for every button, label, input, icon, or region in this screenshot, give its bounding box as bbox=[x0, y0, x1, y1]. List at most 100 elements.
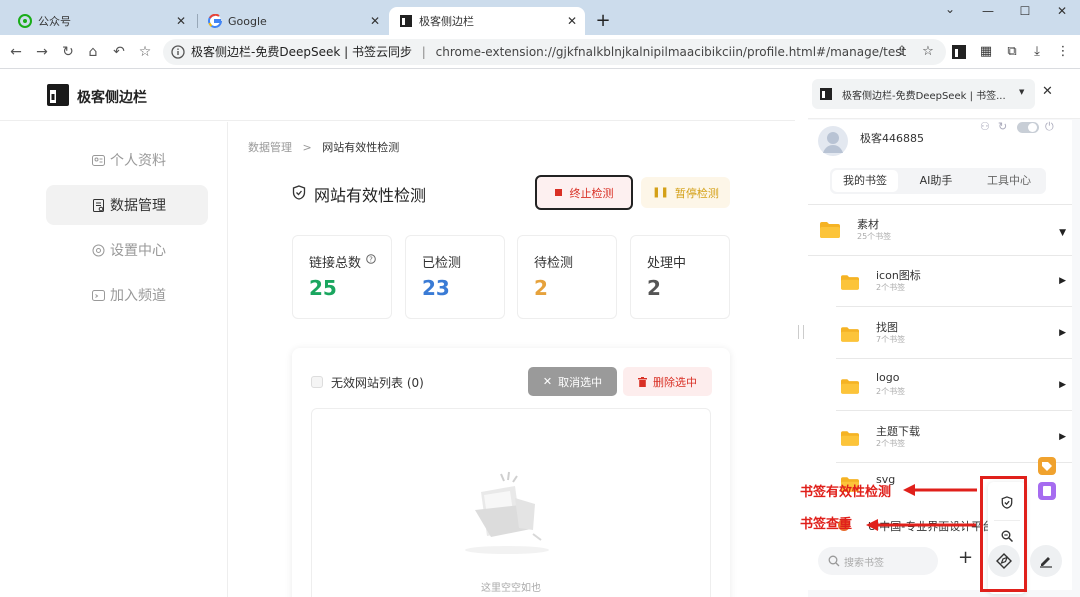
geek-sidebar-icon bbox=[820, 88, 832, 100]
sidebar-item-profile[interactable]: 个人资料 bbox=[46, 140, 208, 180]
folder-item[interactable]: icon图标 2个书签 ▶ bbox=[808, 259, 1070, 309]
stat-card-checked: 已检测 23 bbox=[405, 235, 505, 319]
add-bookmark-button[interactable]: + bbox=[958, 547, 973, 568]
tab-ai-assistant[interactable]: AI助手 bbox=[903, 170, 969, 192]
home-icon[interactable]: ⌂ bbox=[84, 43, 102, 61]
avatar[interactable] bbox=[818, 126, 848, 156]
panel-source-select[interactable]: 极客侧边栏-免费DeepSeek | 书签... ▼ bbox=[812, 79, 1035, 109]
annotation-arrow-validity bbox=[903, 484, 977, 496]
annotation-validity-label: 书签有效性检测 bbox=[800, 485, 892, 500]
pause-check-button[interactable]: ❚❚ 暂停检测 bbox=[641, 177, 730, 208]
star-icon[interactable]: ☆ bbox=[920, 44, 936, 60]
note-shortcut-icon[interactable] bbox=[1038, 482, 1056, 500]
folder-root[interactable]: 素材 25个书签 ▼ bbox=[808, 208, 1070, 258]
breadcrumb-separator: > bbox=[302, 141, 312, 154]
url-separator: | bbox=[421, 45, 426, 59]
breadcrumb-current: 网站有效性检测 bbox=[322, 141, 400, 154]
reload-icon[interactable]: ↻ bbox=[59, 43, 77, 61]
sync-icon[interactable]: ↻ bbox=[998, 120, 1007, 133]
cancel-selection-button[interactable]: ✕ 取消选中 bbox=[528, 367, 617, 396]
panel-source-title: 极客侧边栏-免费DeepSeek | 书签... bbox=[842, 91, 1006, 102]
geek-sidebar-icon bbox=[400, 15, 412, 27]
app-header: 极客侧边栏 bbox=[0, 69, 795, 121]
data-icon bbox=[93, 199, 104, 212]
dropdown-arrow-icon: ▼ bbox=[1019, 88, 1025, 96]
stat-card-processing: 处理中 2 bbox=[630, 235, 730, 319]
folder-count: 2个书签 bbox=[876, 387, 906, 396]
folder-icon bbox=[841, 275, 859, 290]
folder-count: 25个书签 bbox=[857, 232, 892, 241]
folder-icon bbox=[820, 222, 840, 238]
delete-selection-button[interactable]: 删除选中 bbox=[623, 367, 712, 396]
bookmark-star-icon[interactable]: ☆ bbox=[136, 43, 154, 61]
chevron-right-icon: ▶ bbox=[1059, 328, 1066, 338]
minimize-icon[interactable]: — bbox=[978, 4, 998, 18]
tab-geek-sidebar[interactable]: 极客侧边栏 ✕ bbox=[389, 7, 585, 35]
close-icon: ✕ bbox=[542, 375, 553, 388]
edit-button[interactable] bbox=[1030, 545, 1062, 577]
theme-toggle[interactable] bbox=[1017, 122, 1039, 133]
close-tab-icon[interactable]: ✕ bbox=[370, 14, 380, 28]
search-icon bbox=[828, 555, 840, 567]
panel-tabs: 我的书签 AI助手 工具中心 bbox=[830, 168, 1046, 194]
invalid-list-card: 无效网站列表 (0) ✕ 取消选中 删除选中 这里空空如也 bbox=[292, 348, 730, 597]
tab-title: 公众号 bbox=[38, 15, 71, 28]
tag-shortcut-icon[interactable] bbox=[1038, 457, 1056, 475]
main-content: 数据管理 > 网站有效性检测 网站有效性检测 终止检测 ❚❚ 暂停检测 链接总数… bbox=[228, 122, 795, 597]
breadcrumb-parent[interactable]: 数据管理 bbox=[248, 141, 292, 154]
geek-extension-icon[interactable] bbox=[951, 44, 967, 60]
select-all-checkbox[interactable] bbox=[311, 376, 323, 388]
folder-item[interactable]: logo 2个书签 ▶ bbox=[808, 363, 1070, 413]
sidebar-item-settings[interactable]: 设置中心 bbox=[46, 230, 208, 270]
compass-icon bbox=[996, 553, 1012, 569]
site-info-icon[interactable] bbox=[171, 45, 185, 59]
folder-item[interactable]: 找图 7个书签 ▶ bbox=[808, 311, 1070, 361]
chevron-right-icon: ▶ bbox=[1059, 380, 1066, 390]
more-menu-icon[interactable]: ⋮ bbox=[1055, 44, 1071, 60]
close-panel-icon[interactable]: ✕ bbox=[1042, 84, 1053, 99]
sidebar-item-label: 加入频道 bbox=[110, 288, 166, 304]
maximize-icon[interactable]: ☐ bbox=[1015, 4, 1035, 18]
user-icon[interactable]: ⚇ bbox=[980, 120, 990, 133]
tab-search-icon[interactable]: ⌄ bbox=[940, 2, 960, 16]
window-close-icon[interactable]: ✕ bbox=[1052, 4, 1072, 18]
undo-icon[interactable]: ↶ bbox=[110, 43, 128, 61]
folder-name: 找图 bbox=[876, 321, 898, 334]
close-tab-icon[interactable]: ✕ bbox=[567, 14, 577, 28]
cancel-selection-label: 取消选中 bbox=[558, 375, 603, 389]
stat-value: 25 bbox=[309, 276, 337, 300]
crop-icon[interactable]: ⧉ bbox=[1004, 44, 1020, 60]
back-icon[interactable]: ← bbox=[7, 43, 25, 61]
expand-icon[interactable]: ▼ bbox=[1059, 228, 1066, 238]
tab-wechat[interactable]: 公众号 ✕ bbox=[8, 7, 194, 35]
panel-resize-handle[interactable] bbox=[798, 325, 804, 339]
brand-name: 极客侧边栏 bbox=[77, 90, 147, 106]
tab-title: Google bbox=[228, 14, 267, 28]
address-bar[interactable]: 极客侧边栏-免费DeepSeek | 书签云同步 | chrome-extens… bbox=[163, 39, 946, 65]
stop-icon bbox=[554, 189, 562, 196]
stat-label: 链接总数 bbox=[309, 256, 362, 271]
sidebar-item-label: 个人资料 bbox=[110, 153, 166, 169]
tab-google[interactable]: Google ✕ bbox=[198, 7, 388, 35]
stop-check-button[interactable]: 终止检测 bbox=[535, 175, 633, 210]
folder-item[interactable]: 主题下载 2个书签 ▶ bbox=[808, 415, 1070, 465]
forward-icon[interactable]: → bbox=[33, 43, 51, 61]
tab-title: 极客侧边栏 bbox=[419, 15, 474, 28]
power-icon[interactable]: ⏻ bbox=[1045, 120, 1054, 134]
tab-my-bookmarks[interactable]: 我的书签 bbox=[832, 170, 898, 192]
search-input[interactable]: 搜索书签 bbox=[818, 547, 938, 575]
grid-extension-icon[interactable]: ▦ bbox=[978, 44, 994, 60]
close-tab-icon[interactable]: ✕ bbox=[176, 14, 186, 28]
stat-card-total: 链接总数 ? 25 bbox=[292, 235, 392, 319]
tab-tool-center[interactable]: 工具中心 bbox=[974, 170, 1044, 192]
stat-label: 已检测 bbox=[422, 256, 462, 271]
help-icon[interactable]: ? bbox=[366, 254, 376, 264]
new-tab-button[interactable]: + bbox=[593, 10, 613, 31]
sidebar-item-channel[interactable]: 加入频道 bbox=[46, 275, 208, 315]
sidebar-item-data[interactable]: 数据管理 bbox=[46, 185, 208, 225]
tools-button[interactable] bbox=[988, 545, 1020, 577]
download-icon[interactable]: ⤓ bbox=[1029, 44, 1045, 60]
share-icon[interactable]: ⇪ bbox=[894, 44, 910, 60]
folder-icon bbox=[841, 327, 859, 342]
stat-value: 2 bbox=[647, 276, 661, 300]
